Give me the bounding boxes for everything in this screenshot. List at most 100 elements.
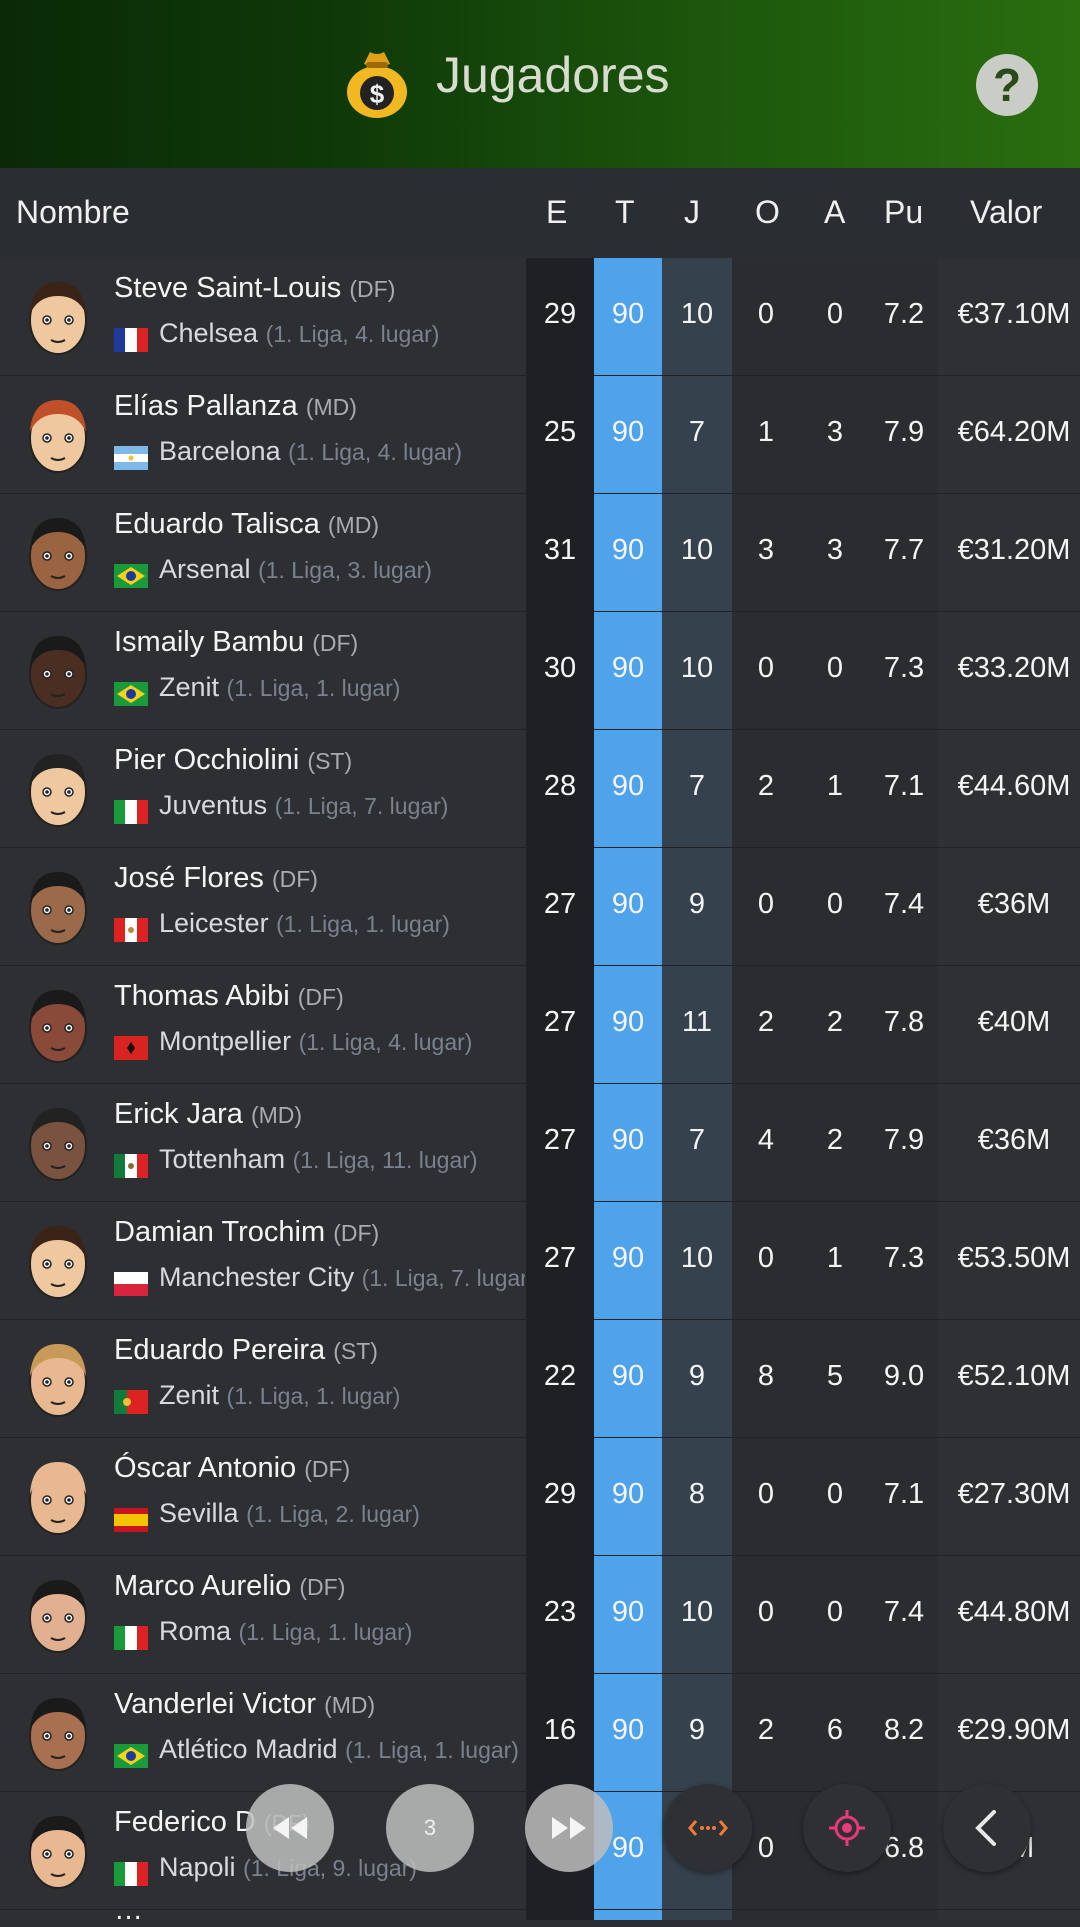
player-position: (DF)	[299, 1574, 346, 1600]
cell-o: 1	[757, 416, 775, 448]
player-avatar-icon	[29, 872, 87, 945]
player-avatar-icon	[29, 1816, 87, 1889]
player-avatar-icon	[29, 400, 87, 473]
cell-pu: 7.7	[883, 534, 925, 566]
table-row[interactable]: Óscar Antonio (DF) Sevilla (1. Liga, 2. …	[0, 1438, 1080, 1556]
rewind-icon	[273, 1817, 307, 1839]
player-position: (DF)	[349, 276, 396, 302]
column-header-a[interactable]: A	[824, 194, 845, 231]
player-name-text: Damian Trochim	[114, 1216, 326, 1248]
player-avatar-icon	[29, 518, 87, 591]
cell-valor: €33.20M	[957, 652, 1071, 684]
table-row[interactable]: Vanderlei Victor (MD) Atlético Madrid (1…	[0, 1674, 1080, 1792]
club-name: Napoli	[159, 1852, 236, 1882]
cell-pu: 7.8	[883, 1006, 925, 1038]
flag-italy-icon	[114, 800, 148, 824]
player-avatar-icon	[29, 1108, 87, 1181]
flag-brazil-icon	[114, 1744, 148, 1768]
cell-pu: 8.2	[883, 1714, 925, 1746]
column-header-pu[interactable]: Pu	[884, 194, 923, 231]
table-row[interactable]: Erick Jara (MD) Tottenham (1. Liga, 11. …	[0, 1084, 1080, 1202]
club-name: Chelsea	[159, 318, 259, 348]
club-name: Leicester	[159, 908, 269, 938]
club-name: Atlético Madrid	[159, 1734, 338, 1764]
cell-j: 9	[688, 1714, 706, 1746]
cell-pu: 7.3	[883, 1242, 925, 1274]
cell-e: 29	[543, 1478, 577, 1510]
cell-a: 5	[826, 1360, 844, 1392]
cell-e: 29	[543, 298, 577, 330]
table-row[interactable]: Elías Pallanza (MD) Barcelona (1. Liga, …	[0, 376, 1080, 494]
cell-a: 2	[826, 1006, 844, 1038]
table-row[interactable]: Steve Saint-Louis (DF) Chelsea (1. Liga,…	[0, 258, 1080, 376]
cell-o: 3	[757, 534, 775, 566]
cell-j: 7	[688, 416, 706, 448]
cell-pu: 7.9	[883, 1124, 925, 1156]
player-club: Montpellier (1. Liga, 4. lugar)	[159, 1026, 472, 1057]
player-name-text: Marco Aurelio	[114, 1570, 292, 1602]
flag-brazil-icon	[114, 682, 148, 706]
column-header-j[interactable]: J	[684, 194, 700, 231]
cell-a: 3	[826, 534, 844, 566]
column-header-t[interactable]: T	[615, 194, 635, 231]
help-button[interactable]: ?	[976, 54, 1038, 116]
club-name: Juventus	[159, 790, 268, 820]
table-row[interactable]: Ismaily Bambu (DF) Zenit (1. Liga, 1. lu…	[0, 612, 1080, 730]
player-name: Vanderlei Victor (MD)	[114, 1688, 375, 1721]
cell-valor: €36M	[977, 1124, 1051, 1156]
player-name-text: Vanderlei Victor	[114, 1688, 317, 1720]
table-row[interactable]: Damian Trochim (DF) Manchester City (1. …	[0, 1202, 1080, 1320]
player-position: (MD)	[327, 512, 379, 538]
player-name: Erick Jara (MD)	[114, 1098, 302, 1131]
club-name: Sevilla	[159, 1498, 239, 1528]
player-name: Eduardo Talisca (MD)	[114, 508, 379, 541]
club-name: Roma	[159, 1616, 232, 1646]
column-header-o[interactable]: O	[755, 194, 780, 231]
club-league: (1. Liga, 2. lugar)	[246, 1501, 420, 1527]
player-position: (DF)	[333, 1220, 380, 1246]
cell-j: 9	[688, 1360, 706, 1392]
cell-pu: 7.2	[883, 298, 925, 330]
swap-columns-button[interactable]	[664, 1784, 752, 1872]
cell-o: 0	[757, 1242, 775, 1274]
table-row[interactable]: José Flores (DF) Leicester (1. Liga, 1. …	[0, 848, 1080, 966]
back-button[interactable]	[943, 1784, 1031, 1872]
cell-t: 90	[611, 416, 645, 448]
horizontal-arrows-icon	[688, 1820, 728, 1836]
cell-pu: 7.4	[883, 1596, 925, 1628]
flag-spain-icon	[114, 1508, 148, 1532]
cell-j: 10	[680, 298, 714, 330]
cell-j: 10	[680, 534, 714, 566]
player-position: (MD)	[324, 1692, 376, 1718]
player-name-text: Eduardo Pereira	[114, 1334, 326, 1366]
page-indicator-button[interactable]: 3	[386, 1784, 474, 1872]
cell-t: 90	[611, 534, 645, 566]
table-row[interactable]: Marco Aurelio (DF) Roma (1. Liga, 1. lug…	[0, 1556, 1080, 1674]
cell-e: 23	[543, 1596, 577, 1628]
player-avatar-icon	[29, 1462, 87, 1535]
table-row[interactable]: Thomas Abibi (DF) Montpellier (1. Liga, …	[0, 966, 1080, 1084]
club-league: (1. Liga, 1. lugar)	[276, 911, 450, 937]
table-row[interactable]: Pier Occhiolini (ST) Juventus (1. Liga, …	[0, 730, 1080, 848]
column-header-e[interactable]: E	[546, 194, 567, 231]
column-header-name[interactable]: Nombre	[16, 194, 130, 231]
cell-valor: €31.20M	[957, 534, 1071, 566]
cell-j: 10	[680, 1596, 714, 1628]
player-name: Elías Pallanza (MD)	[114, 390, 357, 423]
player-club: Roma (1. Liga, 1. lugar)	[159, 1616, 412, 1647]
cell-valor: €27.30M	[957, 1478, 1071, 1510]
svg-text:$: $	[370, 79, 385, 109]
cell-o: 2	[757, 1714, 775, 1746]
player-name-text: Elías Pallanza	[114, 390, 298, 422]
cell-valor: €40M	[977, 1006, 1051, 1038]
table-row[interactable]: Eduardo Talisca (MD) Arsenal (1. Liga, 3…	[0, 494, 1080, 612]
club-league: (1. Liga, 4. lugar)	[265, 321, 440, 347]
player-name-text: Thomas Abibi	[114, 980, 290, 1012]
rewind-button[interactable]	[246, 1784, 334, 1872]
cell-t: 90	[611, 1242, 645, 1274]
fast-forward-button[interactable]	[525, 1784, 613, 1872]
table-row[interactable]: Eduardo Pereira (ST) Zenit (1. Liga, 1. …	[0, 1320, 1080, 1438]
locate-button[interactable]	[803, 1784, 891, 1872]
column-header-valor[interactable]: Valor	[970, 194, 1042, 231]
player-avatar-icon	[29, 990, 87, 1063]
